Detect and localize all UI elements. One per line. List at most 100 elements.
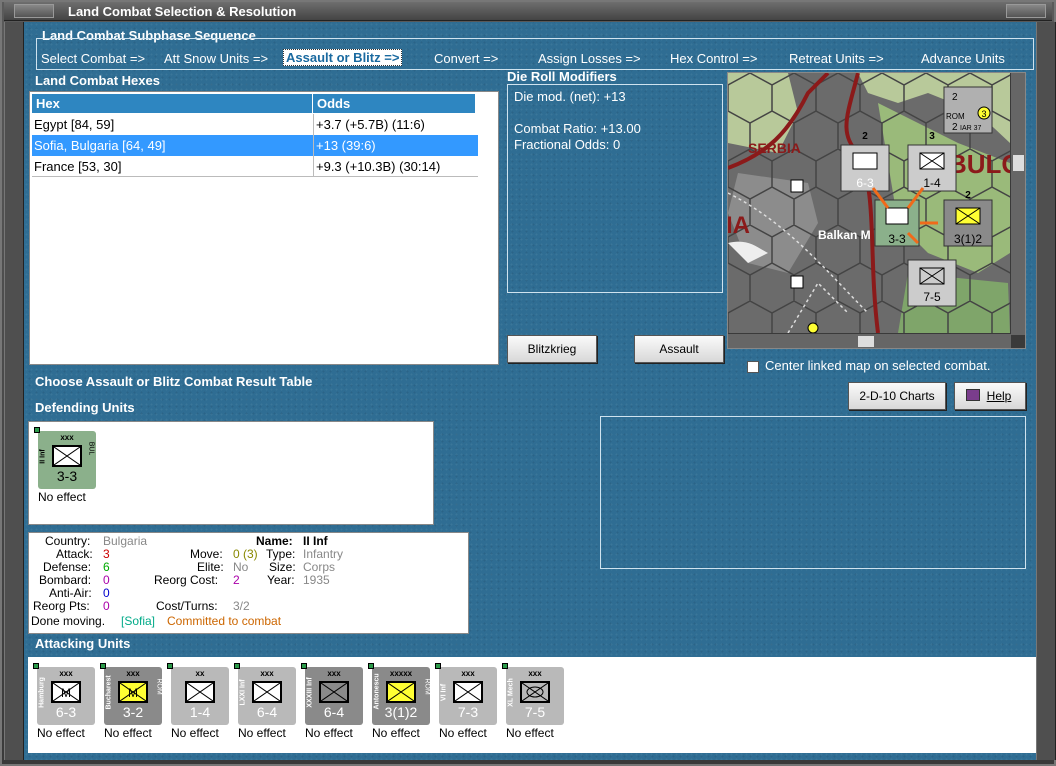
svg-text:M: M <box>128 686 138 700</box>
info-label: Attack: <box>56 547 93 561</box>
unit-type-symbol <box>185 681 215 703</box>
unit-size: xxx <box>60 433 74 442</box>
help-label: Help <box>986 389 1012 403</box>
map-stack-count: 3 <box>929 131 935 142</box>
subphase-step-selected[interactable]: Assault or Blitz => <box>283 49 403 66</box>
map-unit-strength: 7-5 <box>923 290 941 304</box>
unit-strength: 3(1)2 <box>384 704 418 720</box>
subphase-step[interactable]: Convert => <box>434 51 498 66</box>
map-label-serbia: SERBIA <box>748 140 801 156</box>
center-map-checkbox[interactable] <box>747 361 759 373</box>
unit-type-symbol: M <box>51 681 81 703</box>
column-header-hex[interactable]: Hex <box>32 94 313 113</box>
subphase-step[interactable]: Assign Losses => <box>538 51 641 66</box>
unit-type-symbol <box>386 681 416 703</box>
map-stack-count: 2 <box>965 190 971 201</box>
info-label: Size: <box>269 560 296 574</box>
info-costturns: 3/2 <box>233 599 250 613</box>
subphase-step[interactable]: Advance Units <box>921 51 1005 66</box>
subphase-step[interactable]: Select Combat => <box>41 51 145 66</box>
info-year: 1935 <box>303 573 330 587</box>
title-bar[interactable]: Land Combat Selection & Resolution <box>4 2 1052 21</box>
table-row[interactable]: France [53, 30] +9.3 (+10.3B) (30:14) <box>32 156 478 177</box>
linked-map[interactable]: SERBIA BULGAI IA Balkan M 6-3 2 1-4 3 3(… <box>727 72 1026 349</box>
map-unit-strength: 1-4 <box>923 176 941 190</box>
unit-size: xxx <box>528 669 542 678</box>
map-label-balkan: Balkan M <box>818 228 871 242</box>
charts-button[interactable]: 2-D-10 Charts <box>848 382 946 410</box>
unit-size: xxx <box>126 669 140 678</box>
drm-panel: Die mod. (net): +13 Combat Ratio: +13.00… <box>507 84 723 293</box>
fortress-icon <box>790 275 804 289</box>
left-edge-strip <box>4 22 24 760</box>
fortress-icon <box>790 179 804 193</box>
table-row[interactable]: Egypt [84, 59] +3.7 (+5.7B) (11:6) <box>32 114 478 135</box>
help-button[interactable]: Help <box>954 382 1026 410</box>
air-unit-nation: ROM <box>946 112 965 121</box>
window-title: Land Combat Selection & Resolution <box>68 4 297 19</box>
unit-strength: 7-3 <box>457 704 479 720</box>
map-stack-count: 2 <box>862 131 868 142</box>
map-unit-strength: 3-3 <box>888 232 906 246</box>
info-reorgcost: 2 <box>233 573 240 587</box>
attacking-unit-counter[interactable]: xxx XXXIII Inf 6-4 <box>301 663 363 725</box>
attacking-unit-counter[interactable]: xxx LXXI Inf 6-4 <box>234 663 296 725</box>
unit-type-symbol <box>319 681 349 703</box>
unit-type-symbol <box>453 681 483 703</box>
attacking-unit-counter[interactable]: xxx XL Mech 7-5 <box>502 663 564 725</box>
unit-effect: No effect <box>37 726 85 740</box>
hex-cell: Egypt [84, 59] <box>34 117 115 132</box>
attacking-units-title: Attacking Units <box>35 636 131 651</box>
attacking-unit-counter[interactable]: xxx M Bucharest ROM 3-2 <box>100 663 163 725</box>
unit-effect: No effect <box>104 726 152 740</box>
map-vertical-scrollbar[interactable] <box>1011 73 1025 335</box>
subphase-step[interactable]: Hex Control => <box>670 51 757 66</box>
column-header-odds[interactable]: Odds <box>313 94 476 113</box>
drm-combat-ratio: Combat Ratio: +13.00 <box>514 121 641 136</box>
subphase-sequence: Select Combat => Att Snow Units => Assau… <box>36 38 1034 70</box>
map-label-region: IA <box>728 212 750 239</box>
attacking-units-panel: xxx M Hamburg 6-3 No effect xxx M Bucharest ROM 3… <box>28 657 1036 753</box>
hex-map[interactable]: SERBIA BULGAI IA Balkan M 6-3 2 1-4 3 3(… <box>728 73 1010 333</box>
map-unit-strength: 6-3 <box>856 176 874 190</box>
attacking-unit-counter[interactable]: xx 1-4 <box>167 663 229 725</box>
subphase-step[interactable]: Retreat Units => <box>789 51 884 66</box>
defending-units-panel: xxx II Inf BUL 3-3 No effect <box>28 421 434 525</box>
attacking-unit-counter[interactable]: xxx M Hamburg 6-3 <box>33 663 95 725</box>
window-close-button[interactable] <box>1006 4 1046 18</box>
subphase-step[interactable]: Att Snow Units => <box>164 51 268 66</box>
table-row-selected[interactable]: Sofia, Bulgaria [64, 49] +13 (39:6) <box>32 135 478 156</box>
combat-hexes-table: Hex Odds Egypt [84, 59] +3.7 (+5.7B) (11:… <box>29 91 499 365</box>
unit-type-symbol <box>520 681 550 703</box>
unit-strength: 6-4 <box>323 704 345 720</box>
info-antiair: 0 <box>103 586 110 600</box>
odds-cell: +13 (39:6) <box>316 138 376 153</box>
unit-strength: 3-2 <box>122 704 144 720</box>
drm-net: Die mod. (net): +13 <box>514 89 626 104</box>
info-type: Infantry <box>303 547 344 561</box>
map-label-bulgaria: BULGAI <box>948 149 1010 179</box>
info-country: Bulgaria <box>103 534 148 548</box>
info-label: Elite: <box>197 560 224 574</box>
assault-button[interactable]: Assault <box>634 335 724 363</box>
info-reorg: 0 <box>103 599 110 613</box>
attacking-unit-counter[interactable]: xxx VI Inf 7-3 <box>435 663 497 725</box>
attacking-unit-counter[interactable]: xxxxx Antonescu ROM 3(1)2 <box>368 663 431 725</box>
unit-strength: 3-3 <box>56 468 78 484</box>
info-label: Anti-Air: <box>49 586 92 600</box>
window-menu-button[interactable] <box>14 4 54 18</box>
unit-info-panel: Country: Bulgaria Attack: 3 Defense: 6 B… <box>28 532 469 634</box>
info-label: Type: <box>266 547 296 561</box>
info-done-status: Committed to combat <box>167 614 282 628</box>
info-attack: 3 <box>103 547 110 561</box>
drm-title: Die Roll Modifiers <box>507 69 617 84</box>
map-horizontal-scrollbar[interactable] <box>728 334 1011 348</box>
map-air-unit[interactable]: 2 2 3 ROM IAR 37 <box>943 86 993 134</box>
air-value: 3 <box>981 109 986 119</box>
unit-size: xxx <box>461 669 475 678</box>
blitzkrieg-button[interactable]: Blitzkrieg <box>507 335 597 363</box>
drm-fractional-odds: Fractional Odds: 0 <box>514 137 621 152</box>
defending-unit-counter[interactable]: xxx II Inf BUL 3-3 <box>34 427 96 489</box>
map-unit-counter[interactable]: 7-5 <box>907 259 957 307</box>
unit-effect: No effect <box>305 726 353 740</box>
